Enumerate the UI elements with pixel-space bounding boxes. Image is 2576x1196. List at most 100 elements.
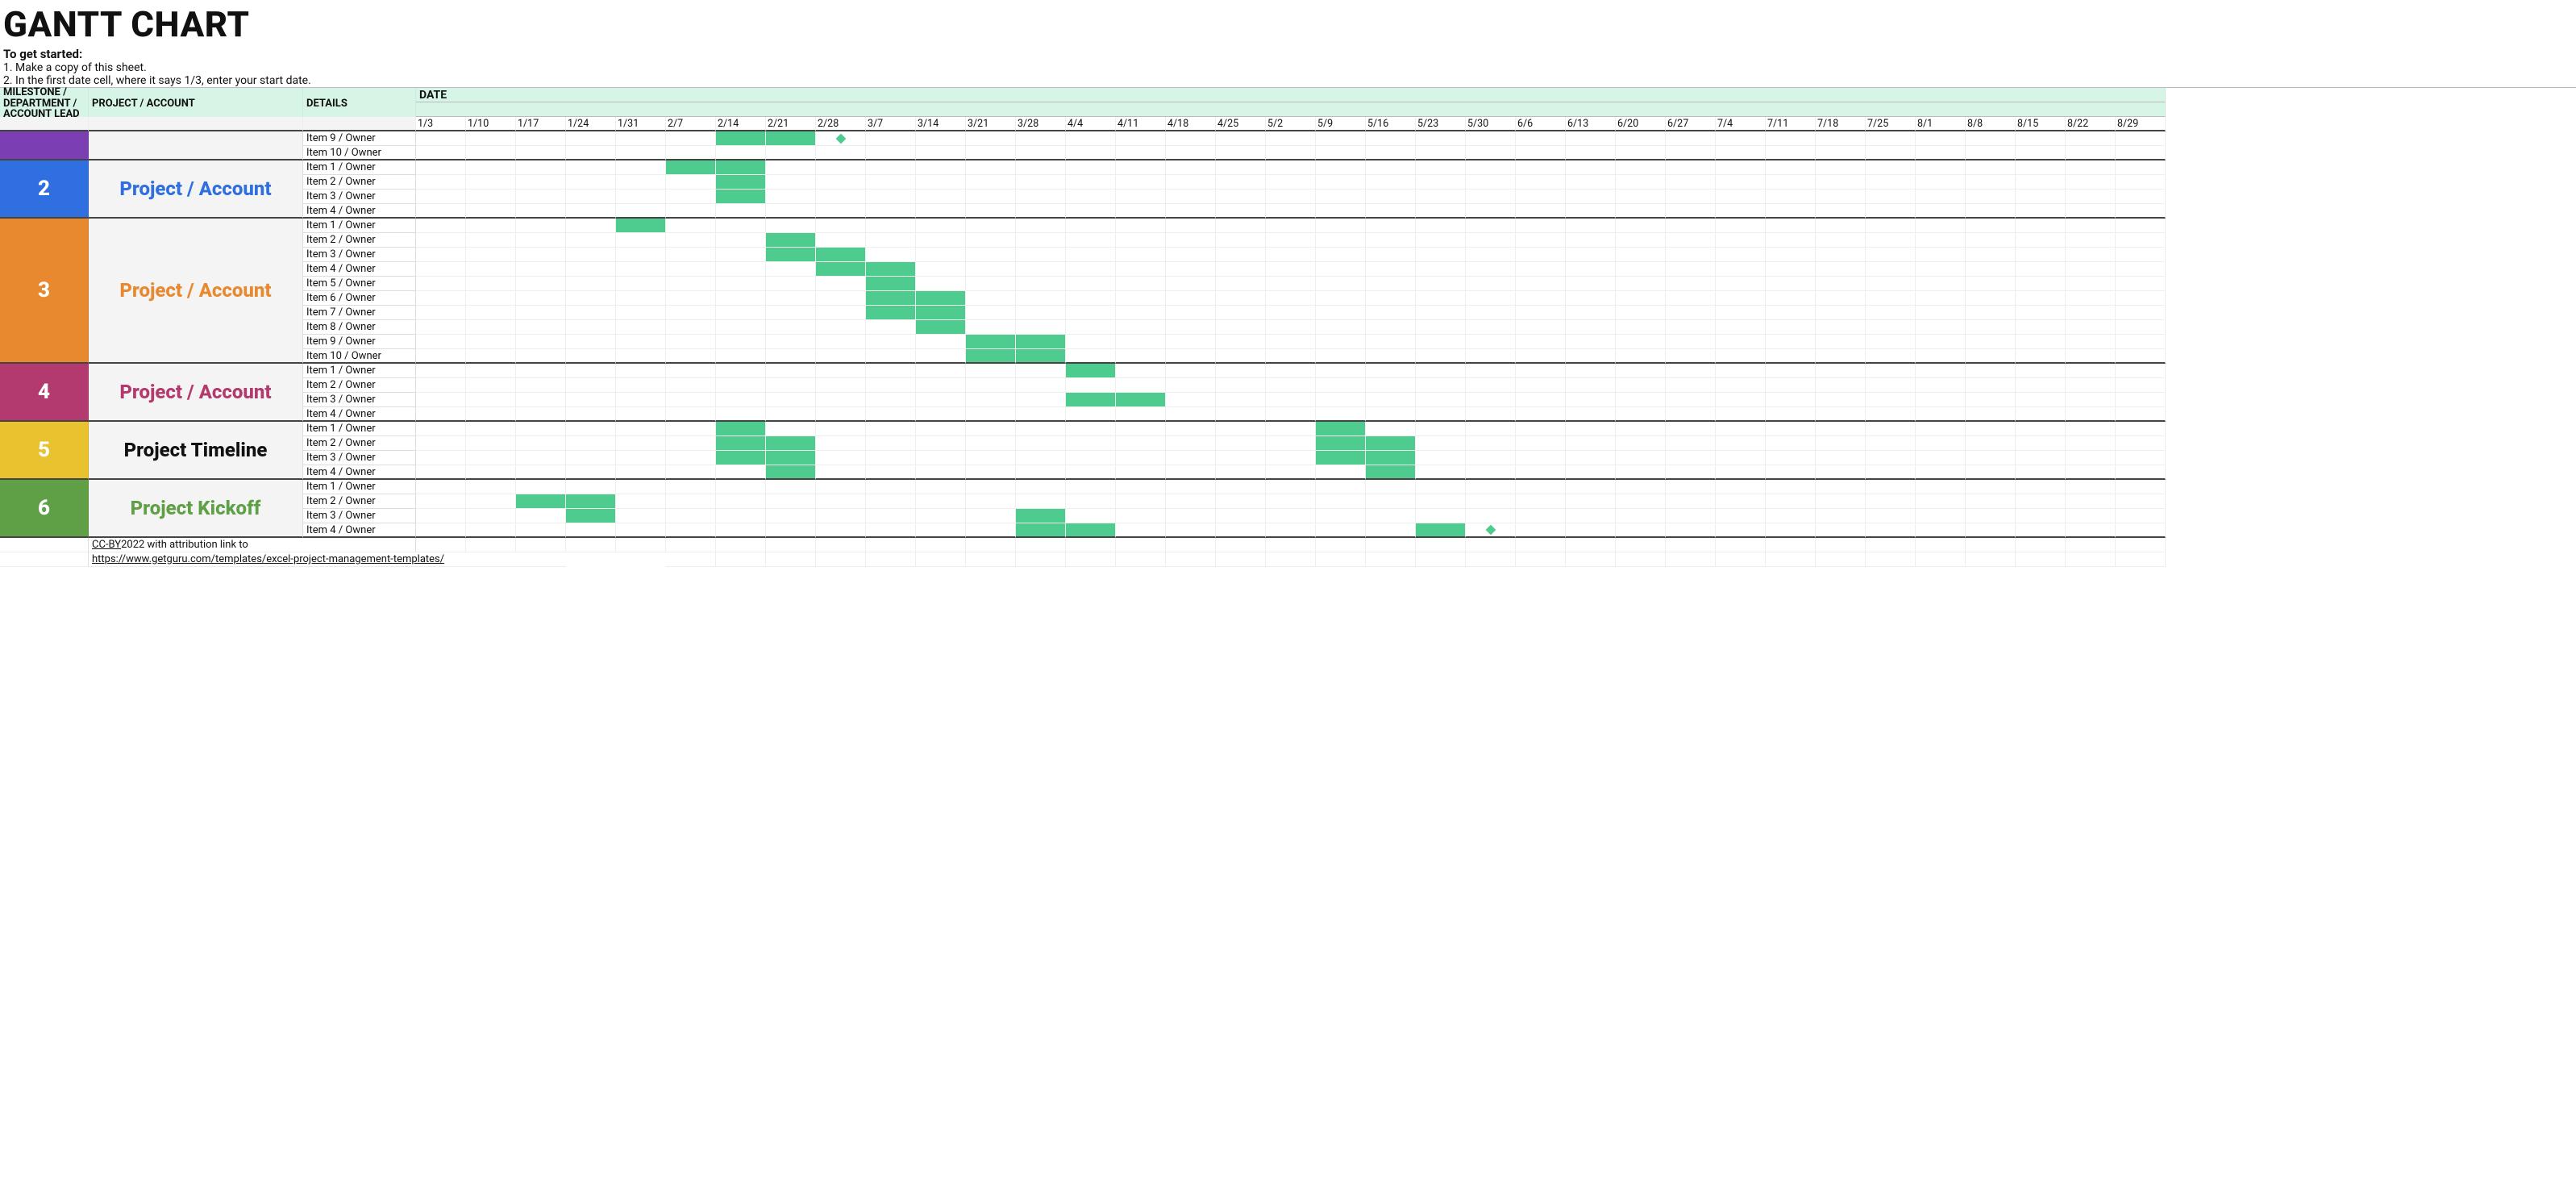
timeline-cell[interactable]: [416, 480, 466, 494]
timeline-cell[interactable]: [1416, 465, 1466, 480]
timeline-cell[interactable]: [716, 523, 766, 538]
timeline-cell[interactable]: [1316, 320, 1366, 335]
timeline-cell[interactable]: [1866, 175, 1916, 190]
timeline-cell[interactable]: [1866, 436, 1916, 451]
timeline-cell[interactable]: [1966, 407, 2016, 422]
timeline-cell[interactable]: [566, 364, 616, 378]
timeline-cell[interactable]: [1116, 538, 1166, 552]
timeline-cell[interactable]: [2116, 422, 2166, 436]
timeline-cell[interactable]: [1866, 552, 1916, 567]
timeline-cell[interactable]: [766, 494, 816, 509]
timeline-cell[interactable]: [1066, 233, 1116, 248]
timeline-cell[interactable]: [1316, 219, 1366, 233]
timeline-cell[interactable]: [566, 523, 616, 538]
timeline-cell[interactable]: [866, 393, 916, 407]
timeline-cell[interactable]: [1216, 291, 1266, 306]
timeline-cell[interactable]: [866, 436, 916, 451]
timeline-cell[interactable]: [916, 494, 966, 509]
timeline-cell[interactable]: [1216, 204, 1266, 219]
timeline-cell[interactable]: [566, 262, 616, 277]
timeline-cell[interactable]: [1766, 436, 1816, 451]
timeline-cell[interactable]: [1966, 291, 2016, 306]
timeline-cell[interactable]: [1616, 219, 1666, 233]
timeline-cell[interactable]: [966, 233, 1016, 248]
gantt-bar-cell[interactable]: [1316, 436, 1366, 451]
timeline-cell[interactable]: [1566, 190, 1616, 204]
timeline-cell[interactable]: [1166, 146, 1216, 160]
timeline-cell[interactable]: [866, 175, 916, 190]
timeline-cell[interactable]: [1216, 436, 1266, 451]
timeline-cell[interactable]: [1266, 509, 1316, 523]
timeline-cell[interactable]: [1716, 131, 1766, 146]
timeline-cell[interactable]: [1616, 190, 1666, 204]
timeline-cell[interactable]: [1766, 175, 1816, 190]
timeline-cell[interactable]: [1066, 204, 1116, 219]
timeline-cell[interactable]: [1966, 320, 2016, 335]
timeline-cell[interactable]: [1816, 552, 1866, 567]
timeline-cell[interactable]: [1466, 451, 1516, 465]
timeline-cell[interactable]: [816, 552, 866, 567]
timeline-cell[interactable]: [816, 204, 866, 219]
timeline-cell[interactable]: [1116, 131, 1166, 146]
timeline-cell[interactable]: [1466, 160, 1516, 175]
timeline-cell[interactable]: [1916, 480, 1966, 494]
timeline-cell[interactable]: [1666, 480, 1716, 494]
date-col-3-21[interactable]: 3/21: [966, 117, 1016, 131]
detail-cell[interactable]: Item 1 / Owner: [303, 480, 416, 494]
timeline-cell[interactable]: [816, 523, 866, 538]
timeline-cell[interactable]: [966, 190, 1016, 204]
timeline-cell[interactable]: [1916, 349, 1966, 364]
timeline-cell[interactable]: [666, 378, 716, 393]
timeline-cell[interactable]: [1916, 160, 1966, 175]
date-col-3-28[interactable]: 3/28: [1016, 117, 1066, 131]
timeline-cell[interactable]: [1216, 552, 1266, 567]
timeline-cell[interactable]: [1066, 378, 1116, 393]
timeline-cell[interactable]: [1916, 378, 1966, 393]
timeline-cell[interactable]: [766, 349, 816, 364]
timeline-cell[interactable]: [1966, 335, 2016, 349]
timeline-cell[interactable]: [1116, 364, 1166, 378]
group-id-1[interactable]: [0, 131, 89, 160]
timeline-cell[interactable]: [866, 131, 916, 146]
timeline-cell[interactable]: [1666, 494, 1716, 509]
timeline-cell[interactable]: [466, 146, 516, 160]
timeline-cell[interactable]: [1116, 160, 1166, 175]
date-col-5-2[interactable]: 5/2: [1266, 117, 1316, 131]
timeline-cell[interactable]: [1316, 160, 1366, 175]
timeline-cell[interactable]: [1016, 320, 1066, 335]
timeline-cell[interactable]: [2066, 204, 2116, 219]
detail-cell[interactable]: Item 1 / Owner: [303, 364, 416, 378]
timeline-cell[interactable]: [1666, 277, 1716, 291]
timeline-cell[interactable]: [1866, 451, 1916, 465]
timeline-cell[interactable]: [1266, 480, 1316, 494]
timeline-cell[interactable]: [1466, 219, 1516, 233]
timeline-cell[interactable]: [1416, 204, 1466, 219]
timeline-cell[interactable]: [566, 349, 616, 364]
timeline-cell[interactable]: [1666, 407, 1716, 422]
timeline-cell[interactable]: [966, 204, 1016, 219]
timeline-cell[interactable]: [1666, 175, 1716, 190]
timeline-cell[interactable]: [1766, 146, 1816, 160]
timeline-cell[interactable]: [1866, 523, 1916, 538]
timeline-cell[interactable]: [2116, 451, 2166, 465]
timeline-cell[interactable]: [1716, 190, 1766, 204]
timeline-cell[interactable]: [1566, 436, 1616, 451]
timeline-cell[interactable]: [566, 204, 616, 219]
timeline-cell[interactable]: [1866, 378, 1916, 393]
date-col-2-21[interactable]: 2/21: [766, 117, 816, 131]
timeline-cell[interactable]: [1316, 131, 1366, 146]
timeline-cell[interactable]: [1516, 175, 1566, 190]
timeline-cell[interactable]: [2016, 262, 2066, 277]
timeline-cell[interactable]: [2016, 146, 2066, 160]
date-col-8-15[interactable]: 8/15: [2016, 117, 2066, 131]
timeline-cell[interactable]: [1116, 190, 1166, 204]
timeline-cell[interactable]: [1216, 248, 1266, 262]
date-col-1-10[interactable]: 1/10: [466, 117, 516, 131]
timeline-cell[interactable]: [2016, 349, 2066, 364]
timeline-cell[interactable]: [666, 509, 716, 523]
timeline-cell[interactable]: [1466, 204, 1516, 219]
timeline-cell[interactable]: [1016, 480, 1066, 494]
timeline-cell[interactable]: [1316, 277, 1366, 291]
timeline-cell[interactable]: [1566, 480, 1616, 494]
timeline-cell[interactable]: [1816, 378, 1866, 393]
